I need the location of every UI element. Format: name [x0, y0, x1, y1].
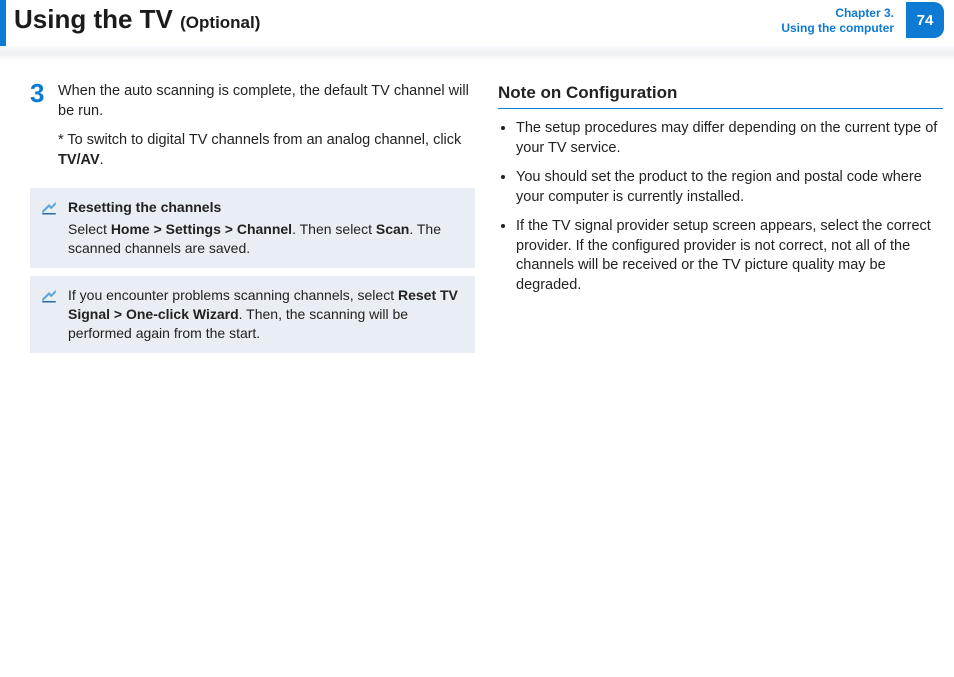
nb1-c: . Then select	[292, 221, 376, 237]
note-box-1-body: Select Home > Settings > Channel. Then s…	[68, 220, 463, 258]
nb1-d: Scan	[376, 221, 409, 237]
step-text-1: When the auto scanning is complete, the …	[58, 82, 475, 121]
step-note-prefix: * To switch to digital TV channels from …	[58, 132, 461, 148]
right-column: Note on Configuration The setup procedur…	[498, 82, 943, 305]
list-item: You should set the product to the region…	[516, 168, 943, 207]
step-note-suffix: .	[100, 152, 104, 168]
note-box-2-body: If you encounter problems scanning chann…	[68, 286, 463, 343]
step-3: 3 When the auto scanning is complete, th…	[30, 82, 475, 180]
page-title-sub: (Optional)	[180, 13, 260, 32]
step-note-bold: TV/AV	[58, 152, 100, 168]
chapter-line2: Using the computer	[781, 21, 894, 36]
nb2-a: If you encounter problems scanning chann…	[68, 287, 398, 303]
list-item: The setup procedures may differ dependin…	[516, 119, 943, 158]
note-icon	[40, 198, 58, 216]
note-box-reset-channels: Resetting the channels Select Home > Set…	[30, 188, 475, 268]
note-box-reset-signal: If you encounter problems scanning chann…	[30, 276, 475, 353]
nb1-b: Home > Settings > Channel	[111, 221, 292, 237]
list-item: If the TV signal provider setup screen a…	[516, 217, 943, 295]
left-column: 3 When the auto scanning is complete, th…	[30, 82, 475, 361]
header-accent-bar	[0, 0, 6, 46]
step-text-2: * To switch to digital TV channels from …	[58, 131, 475, 170]
section-rule	[498, 108, 943, 109]
page-title: Using the TV (Optional)	[14, 4, 260, 35]
step-body: When the auto scanning is complete, the …	[58, 82, 475, 180]
note-box-1-title: Resetting the channels	[68, 198, 463, 217]
page-number-badge: 74	[906, 2, 944, 38]
section-title: Note on Configuration	[498, 82, 943, 105]
chapter-line1: Chapter 3.	[781, 6, 894, 21]
header-divider	[0, 46, 954, 60]
chapter-label: Chapter 3. Using the computer	[781, 6, 894, 36]
step-number: 3	[30, 80, 58, 180]
bullet-list: The setup procedures may differ dependin…	[498, 119, 943, 296]
nb1-a: Select	[68, 221, 111, 237]
note-icon	[40, 286, 58, 304]
page-title-main: Using the TV	[14, 4, 173, 34]
page-number: 74	[917, 12, 934, 29]
